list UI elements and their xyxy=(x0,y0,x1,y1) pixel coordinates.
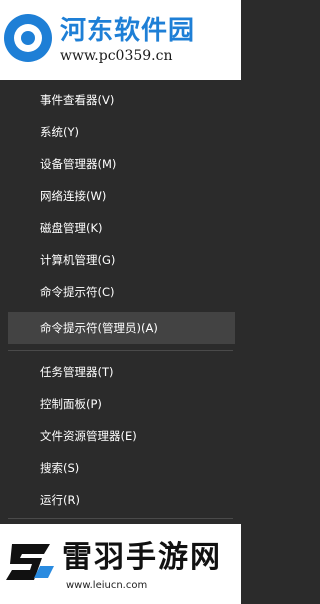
menu-item-label: 计算机管理(G) xyxy=(40,253,116,267)
menu-item-run[interactable]: 运行(R) xyxy=(0,484,241,516)
menu-separator xyxy=(8,350,233,351)
menu-item-file-explorer[interactable]: 文件资源管理器(E) xyxy=(0,420,241,452)
menu-item-label: 系统(Y) xyxy=(40,125,79,139)
top-watermark: 河东软件园 www.pc0359.cn xyxy=(0,0,241,80)
menu-item-label: 设备管理器(M) xyxy=(40,157,117,171)
menu-item-device-manager[interactable]: 设备管理器(M) xyxy=(0,148,241,180)
watermark-title: 河东软件园 xyxy=(60,16,196,46)
menu-item-command-prompt-admin[interactable]: 命令提示符(管理员)(A) xyxy=(8,312,235,344)
menu-item-task-manager[interactable]: 任务管理器(T) xyxy=(0,356,241,388)
winx-context-menu: 事件查看器(V) 系统(Y) 设备管理器(M) 网络连接(W) 磁盘管理(K) … xyxy=(0,80,241,520)
menu-item-label: 文件资源管理器(E) xyxy=(40,429,137,443)
menu-item-label: 控制面板(P) xyxy=(40,397,102,411)
menu-item-label: 运行(R) xyxy=(40,493,80,507)
menu-item-label: 搜索(S) xyxy=(40,461,80,475)
menu-item-network-connections[interactable]: 网络连接(W) xyxy=(0,180,241,212)
watermark-url: www.leiucn.com xyxy=(66,580,148,591)
menu-item-label: 磁盘管理(K) xyxy=(40,221,103,235)
menu-item-search[interactable]: 搜索(S) xyxy=(0,452,241,484)
menu-item-label: 命令提示符(C) xyxy=(40,285,115,299)
menu-item-event-viewer[interactable]: 事件查看器(V) xyxy=(0,84,241,116)
menu-separator xyxy=(8,518,233,519)
menu-item-system[interactable]: 系统(Y) xyxy=(0,116,241,148)
watermark-logo-icon xyxy=(6,544,54,580)
menu-item-label: 命令提示符(管理员)(A) xyxy=(40,321,158,335)
menu-item-command-prompt[interactable]: 命令提示符(C) xyxy=(0,276,241,308)
menu-item-label: 事件查看器(V) xyxy=(40,93,115,107)
menu-item-control-panel[interactable]: 控制面板(P) xyxy=(0,388,241,420)
watermark-url: www.pc0359.cn xyxy=(60,48,173,64)
menu-item-label: 任务管理器(T) xyxy=(40,365,114,379)
watermark-logo-icon xyxy=(4,14,52,62)
watermark-title: 雷羽手游网 xyxy=(62,540,222,575)
bottom-watermark: 雷羽手游网 www.leiucn.com xyxy=(0,524,241,604)
menu-item-disk-management[interactable]: 磁盘管理(K) xyxy=(0,212,241,244)
menu-item-label: 网络连接(W) xyxy=(40,189,107,203)
menu-item-computer-management[interactable]: 计算机管理(G) xyxy=(0,244,241,276)
